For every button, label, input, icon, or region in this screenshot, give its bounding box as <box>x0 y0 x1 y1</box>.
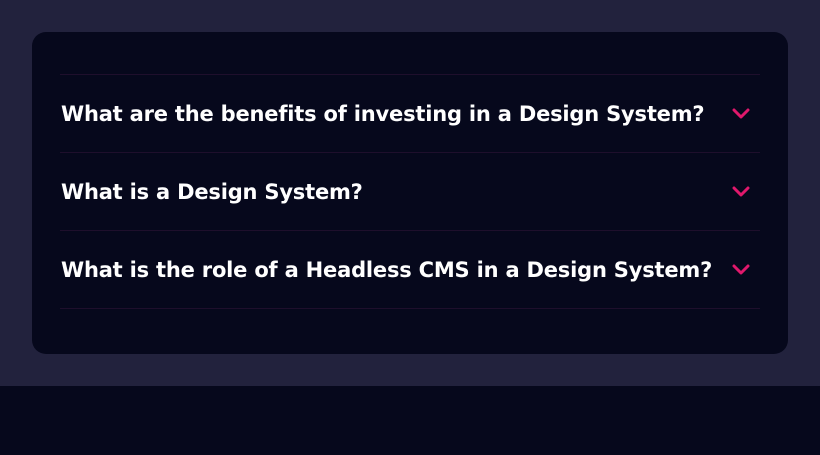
faq-item-what-is-design-system[interactable]: What is a Design System? <box>60 153 760 231</box>
faq-accordion: What are the benefits of investing in a … <box>60 74 760 309</box>
chevron-down-icon[interactable] <box>731 182 751 202</box>
chevron-down-icon[interactable] <box>731 104 751 124</box>
faq-item-headless-cms[interactable]: What is the role of a Headless CMS in a … <box>60 231 760 309</box>
chevron-down-icon[interactable] <box>731 260 751 280</box>
faq-card: What are the benefits of investing in a … <box>32 32 788 354</box>
faq-question: What is a Design System? <box>61 179 363 204</box>
faq-question: What are the benefits of investing in a … <box>61 101 705 126</box>
faq-item-benefits[interactable]: What are the benefits of investing in a … <box>60 75 760 153</box>
faq-question: What is the role of a Headless CMS in a … <box>61 257 713 282</box>
footer-band <box>0 386 820 455</box>
faq-section: What are the benefits of investing in a … <box>0 0 820 386</box>
